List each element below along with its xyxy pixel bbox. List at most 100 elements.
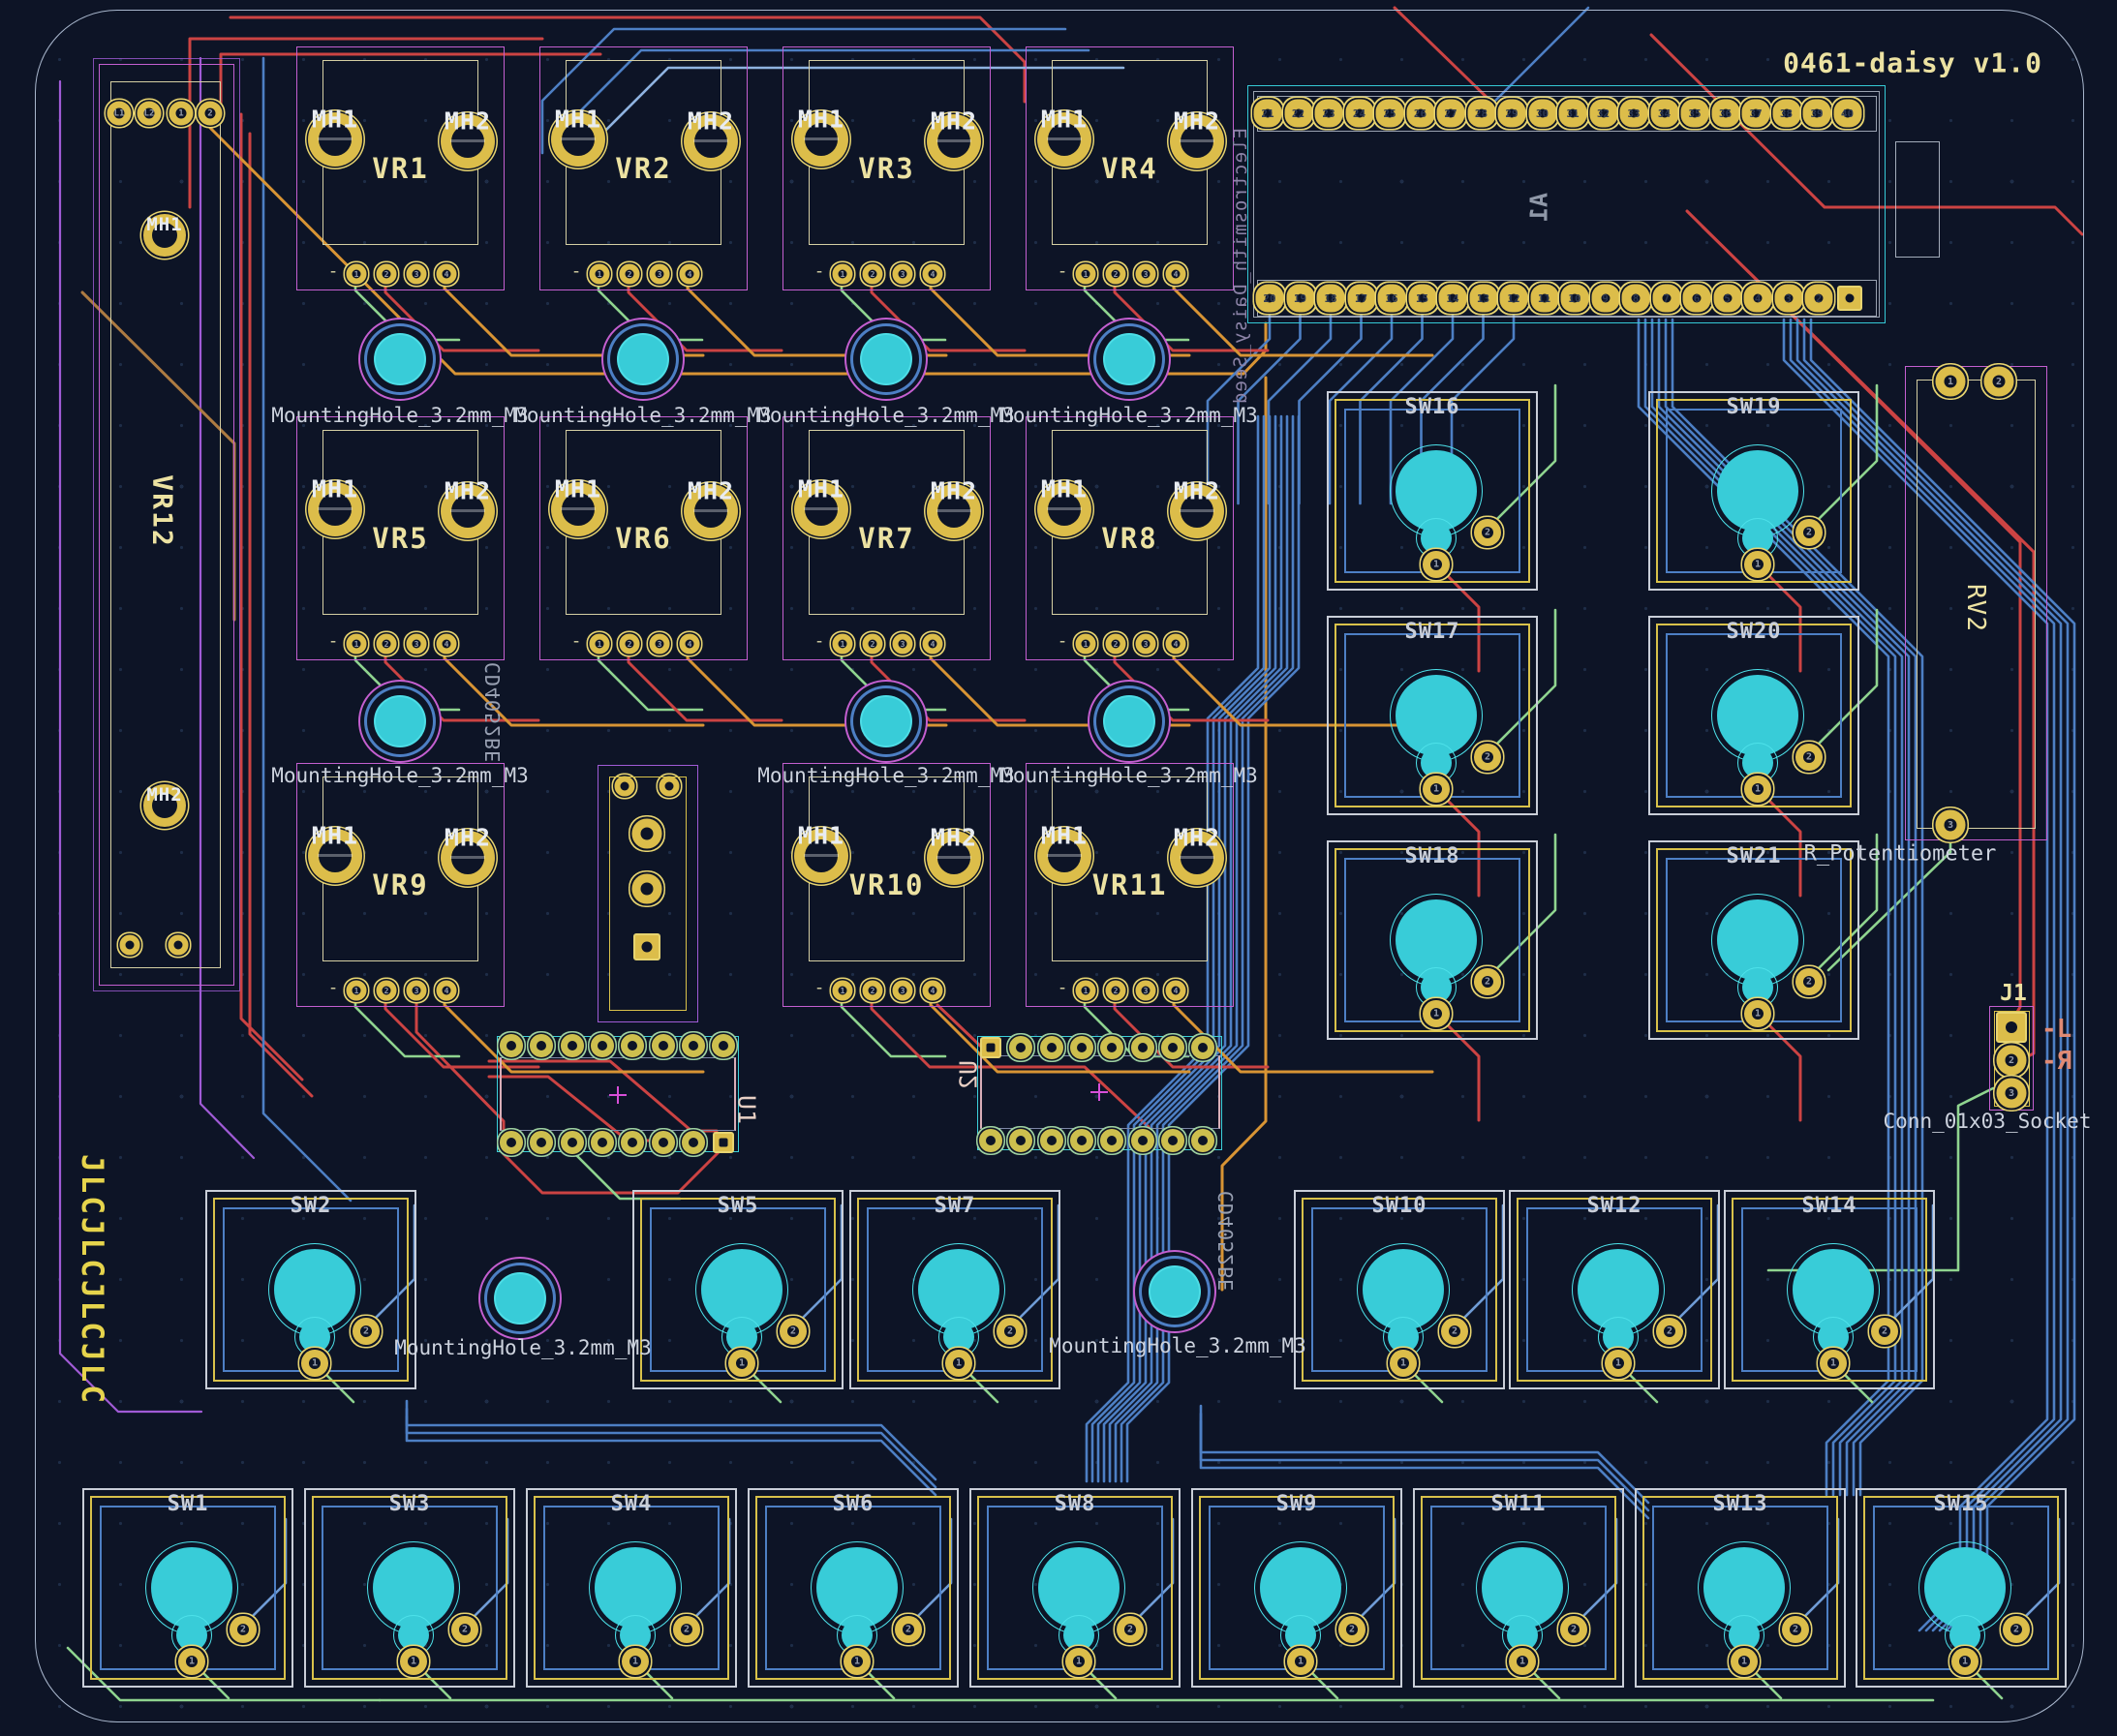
j1-value-label[interactable]: Conn_01x03_Socket	[1884, 1110, 2092, 1133]
sw-pad-2[interactable]: 2	[1124, 1624, 1136, 1635]
vr-mh2-pad[interactable]: MH2	[451, 495, 484, 528]
vr-pin-pad[interactable]: 1	[1082, 987, 1090, 995]
j1-pad[interactable]: 2	[2006, 1054, 2018, 1067]
vr-pin-pad[interactable]: 4	[929, 640, 937, 649]
header-pin1-pad[interactable]: 1	[1837, 286, 1862, 311]
vr-pin-pad[interactable]: 4	[443, 270, 451, 279]
sw-ref-label[interactable]: SW3	[306, 1492, 513, 1516]
vr-module-vr6[interactable]: MH1MH2VR6-1234	[539, 416, 748, 660]
switch-sw6[interactable]: SW612	[748, 1488, 959, 1688]
header-pin-pad[interactable]: 3	[1784, 294, 1793, 303]
header-pin-pad[interactable]: 12	[1510, 294, 1519, 303]
net-label-right[interactable]: -Я	[2041, 1047, 2071, 1076]
header-pin-pad[interactable]: 38	[1782, 109, 1791, 118]
vr-pin-pad[interactable]: 2	[383, 987, 391, 995]
rv2-value-label[interactable]: R_Potentiometer	[1804, 842, 1997, 867]
vr12-mh2-pad[interactable]: MH2	[152, 793, 177, 818]
vr-module-vr5[interactable]: MH1MH2VR5-1234	[296, 416, 505, 660]
sw-ref-label[interactable]: SW16	[1329, 395, 1536, 419]
vr-module-vr1[interactable]: MH1MH2VR1-1234	[296, 46, 505, 290]
u2-pad[interactable]	[986, 1136, 996, 1145]
vr-mh2-pad[interactable]: MH2	[937, 841, 970, 874]
switch-sw20[interactable]: SW2012	[1648, 616, 1859, 815]
sw-ref-label[interactable]: SW6	[750, 1492, 957, 1516]
vr-ref-label[interactable]: VR1	[372, 152, 428, 185]
sw-pad-2[interactable]: 2	[1790, 1624, 1801, 1635]
switch-sw3[interactable]: SW312	[304, 1488, 515, 1688]
vr-mh1-pad[interactable]: MH1	[805, 123, 838, 156]
sw-pad-1[interactable]: 1	[1752, 559, 1764, 570]
vr12-mh1-pad[interactable]: MH1	[152, 223, 177, 248]
vr-pin-pad[interactable]: 1	[353, 270, 361, 279]
vr-ref-label[interactable]: VR5	[372, 522, 428, 555]
sw-pad-1[interactable]: 1	[629, 1656, 641, 1667]
switch-sw17[interactable]: SW1712	[1327, 616, 1538, 815]
sw-pad-2[interactable]: 2	[787, 1325, 799, 1337]
u2-pad[interactable]	[1047, 1136, 1057, 1145]
switch-sw2[interactable]: SW212	[205, 1190, 416, 1389]
vr-pin-pad[interactable]: 3	[413, 270, 421, 279]
vr-mh1-pad[interactable]: MH1	[805, 839, 838, 872]
mounting-hole[interactable]	[376, 697, 424, 746]
header-pin-pad[interactable]: 27	[1447, 109, 1456, 118]
vr12-pad[interactable]: L1	[114, 108, 125, 119]
sw-pad-2[interactable]: 2	[360, 1325, 372, 1337]
cd4052-label-left[interactable]: CD4052BE	[481, 662, 505, 763]
rv2-pad[interactable]: 1	[1945, 376, 1957, 388]
vr-ref-label[interactable]: VR11	[1092, 868, 1168, 901]
switch-sw18[interactable]: SW1812	[1327, 840, 1538, 1040]
header-pin-pad[interactable]: 6	[1693, 294, 1702, 303]
vr-mh1-pad[interactable]: MH1	[805, 493, 838, 526]
sw-pad-1[interactable]: 1	[1959, 1656, 1971, 1667]
vr-ref-label[interactable]: VR4	[1101, 152, 1157, 185]
u2-pad[interactable]	[1168, 1043, 1178, 1052]
sw-pad-2[interactable]: 2	[1568, 1624, 1580, 1635]
vr-mh2-pad[interactable]: MH2	[937, 125, 970, 158]
rv2-pad[interactable]: 3	[1945, 819, 1957, 832]
vr-pin-pad[interactable]: 4	[1172, 640, 1181, 649]
sw-pad-1[interactable]: 1	[1752, 783, 1764, 795]
electrosmith-silk-label[interactable]: Electrosmith_Daisy_Seed	[1230, 128, 1251, 405]
vr-pin-pad[interactable]: 3	[413, 987, 421, 995]
pcb-canvas[interactable]: MH1MH2VR1-1234MH1MH2VR2-1234MH1MH2VR3-12…	[0, 0, 2117, 1736]
u2-pad[interactable]	[1107, 1043, 1117, 1052]
sw-ref-label[interactable]: SW10	[1296, 1194, 1503, 1218]
header-pin-pad[interactable]: 9	[1601, 294, 1610, 303]
mounting-hole[interactable]	[862, 697, 910, 746]
switch-sw4[interactable]: SW412	[526, 1488, 737, 1688]
u1-pad[interactable]	[628, 1041, 637, 1051]
header-pin-pad[interactable]: 11	[1540, 294, 1549, 303]
vr-module-vr4[interactable]: MH1MH2VR4-1234	[1026, 46, 1234, 290]
vr12-pad[interactable]	[126, 941, 135, 950]
sw-pad-2[interactable]: 2	[1346, 1624, 1358, 1635]
header-pin-pad[interactable]: 13	[1479, 294, 1488, 303]
j1-pin1-pad[interactable]: 1	[1996, 1012, 2027, 1043]
vr-pin-pad[interactable]: 1	[596, 640, 604, 649]
vr-pin-pad[interactable]: 2	[1112, 270, 1120, 279]
vr-pin-pad[interactable]: 4	[929, 270, 937, 279]
header-pin-pad[interactable]: 17	[1357, 294, 1365, 303]
vr-pin-pad[interactable]: 1	[839, 270, 847, 279]
vr-mh2-pad[interactable]: MH2	[1181, 495, 1213, 528]
j1-pad[interactable]: 3	[2006, 1087, 2018, 1100]
vr-ref-label[interactable]: VR10	[849, 868, 925, 901]
vr-module-vr9[interactable]: MH1MH2VR9-1234	[296, 763, 505, 1007]
sw-ref-label[interactable]: SW19	[1650, 395, 1857, 419]
u1-pad[interactable]	[628, 1138, 637, 1147]
sw-pad-1[interactable]: 1	[736, 1357, 748, 1369]
vr-mh1-pad[interactable]: MH1	[562, 493, 595, 526]
u1-pin1-pad[interactable]	[713, 1132, 734, 1153]
mounting-hole[interactable]	[376, 335, 424, 383]
sw-pad-2[interactable]: 2	[1803, 751, 1815, 763]
vr-pin-pad[interactable]: 3	[899, 987, 907, 995]
u1-pad[interactable]	[598, 1041, 607, 1051]
header-pin-pad[interactable]: 15	[1418, 294, 1427, 303]
vr-pin-pad[interactable]: 4	[1172, 987, 1181, 995]
vr-pin-pad[interactable]: 2	[626, 640, 634, 649]
order-code-text[interactable]: JLCJLCJLCJLC	[75, 1154, 109, 1406]
sw-ref-label[interactable]: SW9	[1193, 1492, 1400, 1516]
sw-pad-2[interactable]: 2	[2010, 1624, 2022, 1635]
vr-mh2-pad[interactable]: MH2	[451, 841, 484, 874]
sw-ref-label[interactable]: SW17	[1329, 620, 1536, 644]
sw-ref-label[interactable]: SW7	[851, 1194, 1058, 1218]
